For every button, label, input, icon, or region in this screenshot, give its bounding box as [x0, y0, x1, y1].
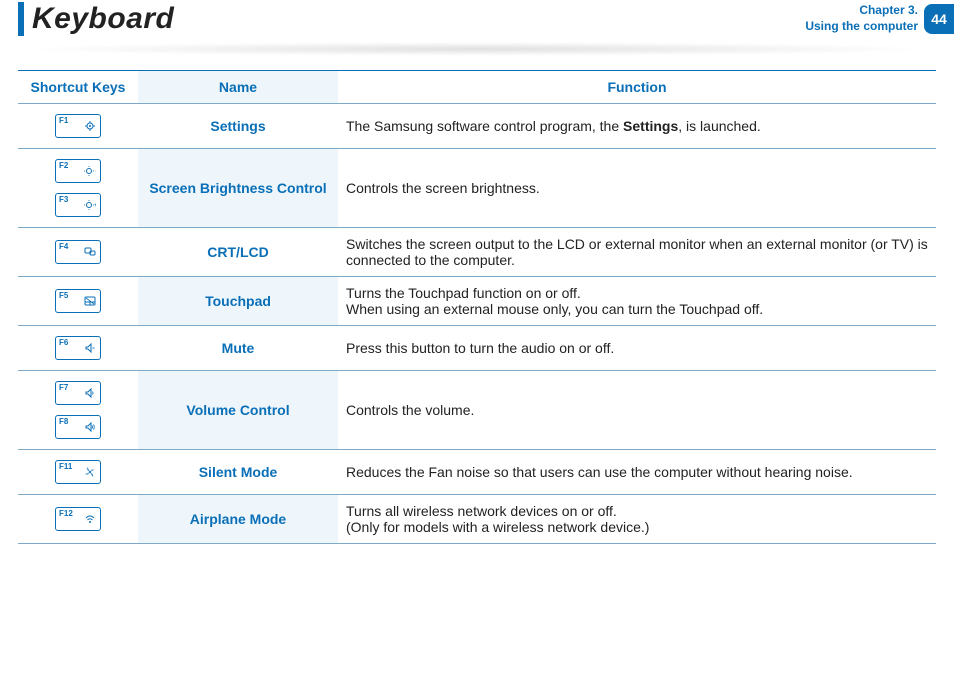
header-right: Chapter 3. Using the computer 44: [805, 3, 954, 34]
function-cell: Switches the screen output to the LCD or…: [338, 228, 936, 277]
name-cell: Touchpad: [138, 277, 338, 326]
key-f2: F2: [55, 159, 101, 183]
keys-cell: F2 F3: [18, 149, 138, 228]
bright-up-icon: [84, 199, 96, 214]
function-cell: Controls the screen brightness.: [338, 149, 936, 228]
vol-up-icon: [84, 421, 96, 436]
page-header: Keyboard Chapter 3. Using the computer 4…: [0, 0, 954, 36]
table-row: F4 CRT/LCDSwitches the screen output to t…: [18, 228, 936, 277]
vol-down-icon: [84, 387, 96, 402]
header-function: Function: [338, 71, 936, 104]
chapter-label: Chapter 3. Using the computer: [805, 3, 918, 34]
name-cell: Screen Brightness Control: [138, 149, 338, 228]
function-cell: Reduces the Fan noise so that users can …: [338, 450, 936, 495]
name-cell: Silent Mode: [138, 450, 338, 495]
keys-cell: F7 F8: [18, 371, 138, 450]
header-shortcut-keys: Shortcut Keys: [18, 71, 138, 104]
header-shadow: [18, 42, 936, 56]
table-row: F12 Airplane ModeTurns all wireless netwo…: [18, 495, 936, 544]
header-name: Name: [138, 71, 338, 104]
table-row: F5 TouchpadTurns the Touchpad function on…: [18, 277, 936, 326]
key-f1: F1: [55, 114, 101, 138]
name-cell: Settings: [138, 104, 338, 149]
function-cell: Turns the Touchpad function on or off.Wh…: [338, 277, 936, 326]
name-cell: CRT/LCD: [138, 228, 338, 277]
key-f11: F11: [55, 460, 101, 484]
display-icon: [84, 246, 96, 261]
table-header-row: Shortcut Keys Name Function: [18, 71, 936, 104]
key-f3: F3: [55, 193, 101, 217]
keys-cell: F11: [18, 450, 138, 495]
key-label: F1: [59, 116, 68, 125]
touchpad-icon: [84, 295, 96, 310]
key-label: F8: [59, 417, 68, 426]
name-cell: Airplane Mode: [138, 495, 338, 544]
key-label: F11: [59, 462, 72, 471]
keys-cell: F5: [18, 277, 138, 326]
shortcut-table: Shortcut Keys Name Function F1 SettingsTh…: [18, 70, 936, 544]
key-f4: F4: [55, 240, 101, 264]
keys-cell: F6: [18, 326, 138, 371]
keys-cell: F4: [18, 228, 138, 277]
bright-down-icon: [84, 165, 96, 180]
page-title: Keyboard: [18, 2, 174, 36]
key-label: F12: [59, 509, 73, 518]
key-label: F4: [59, 242, 68, 251]
table-row: F1 SettingsThe Samsung software control p…: [18, 104, 936, 149]
fan-icon: [84, 466, 96, 481]
key-label: F5: [59, 291, 68, 300]
table-row: F7 F8 Volume ControlControls the volume.: [18, 371, 936, 450]
key-label: F2: [59, 161, 68, 170]
key-f8: F8: [55, 415, 101, 439]
function-cell: The Samsung software control program, th…: [338, 104, 936, 149]
function-cell: Press this button to turn the audio on o…: [338, 326, 936, 371]
mute-icon: [84, 342, 96, 357]
key-f7: F7: [55, 381, 101, 405]
name-cell: Mute: [138, 326, 338, 371]
key-label: F3: [59, 195, 68, 204]
wifi-icon: [84, 513, 96, 528]
key-label: F7: [59, 383, 68, 392]
keys-cell: F1: [18, 104, 138, 149]
key-label: F6: [59, 338, 68, 347]
table-row: F6 MutePress this button to turn the audi…: [18, 326, 936, 371]
table-row: F2 F3 Screen Brightness ControlControls th…: [18, 149, 936, 228]
page-number-badge: 44: [924, 4, 954, 34]
gear-icon: [84, 120, 96, 135]
key-f6: F6: [55, 336, 101, 360]
function-cell: Turns all wireless network devices on or…: [338, 495, 936, 544]
key-f5: F5: [55, 289, 101, 313]
table-row: F11 Silent ModeReduces the Fan noise so t…: [18, 450, 936, 495]
key-f12: F12: [55, 507, 101, 531]
name-cell: Volume Control: [138, 371, 338, 450]
function-cell: Controls the volume.: [338, 371, 936, 450]
keys-cell: F12: [18, 495, 138, 544]
